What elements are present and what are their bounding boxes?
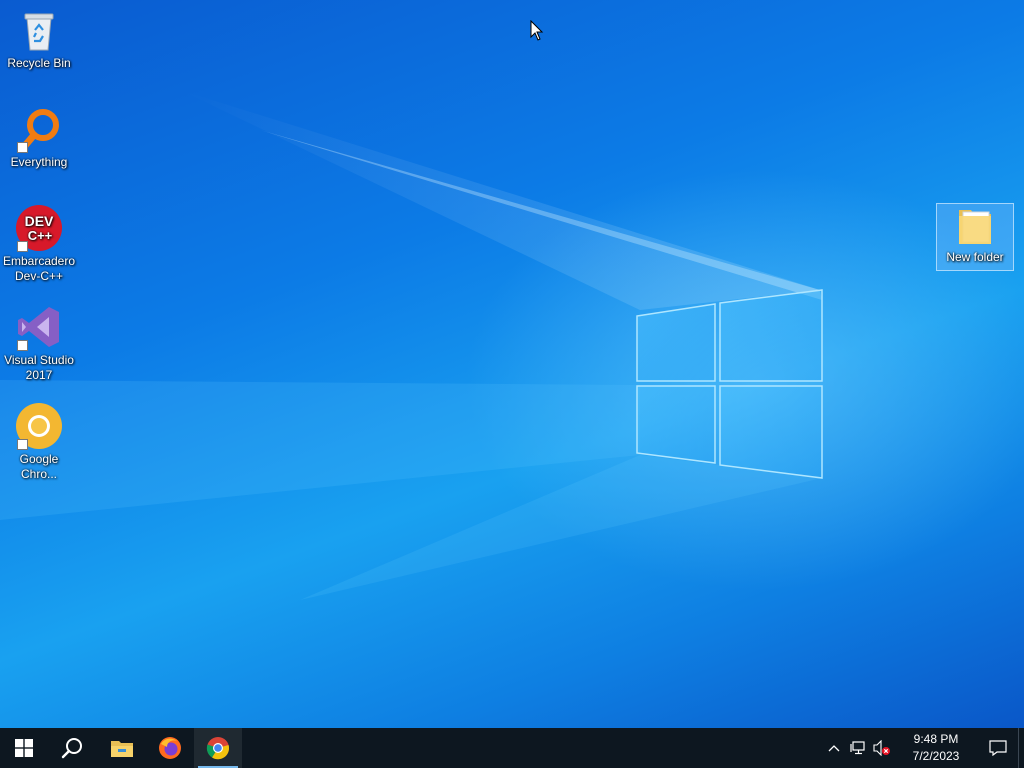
action-center-button[interactable]: [978, 728, 1018, 768]
search-icon: [61, 738, 82, 759]
desktop-icon-label: Embarcadero Dev-C++: [2, 254, 76, 283]
clock-time: 9:48 PM: [913, 732, 959, 746]
start-button[interactable]: [0, 728, 48, 768]
dev-cpp-icon-text: DEV: [25, 213, 54, 229]
volume-muted-icon: [873, 740, 890, 756]
desktop[interactable]: Recycle Bin Everything DEV C++ Embarcade…: [0, 0, 1024, 728]
desktop-icon-label: Google Chro...: [19, 452, 59, 481]
desktop-icon-label: New folder: [946, 250, 1004, 264]
desktop-icon-visual-studio[interactable]: Visual Studio 2017: [1, 303, 77, 383]
shortcut-arrow-icon: [17, 142, 28, 153]
windows-logo: [636, 289, 823, 479]
windows-start-icon: [15, 739, 33, 757]
mouse-cursor-icon: [530, 20, 544, 41]
desktop-icon-label: Visual Studio 2017: [4, 353, 74, 382]
clock-date: 7/2/2023: [912, 749, 960, 763]
wallpaper: [0, 90, 823, 600]
show-hidden-icons-button[interactable]: [822, 728, 846, 768]
network-icon: [850, 741, 865, 755]
chrome-icon: [206, 737, 230, 760]
desktop-icon-new-folder[interactable]: New folder: [936, 203, 1014, 271]
desktop-icon-dev-cpp[interactable]: DEV C++ Embarcadero Dev-C++: [1, 204, 77, 284]
desktop-icon-label: Everything: [10, 155, 68, 169]
search-button[interactable]: [48, 728, 96, 768]
desktop-icon-label: Recycle Bin: [7, 56, 71, 70]
taskbar: 9:48 PM 7/2/2023: [0, 728, 1024, 768]
desktop-icon-recycle-bin[interactable]: Recycle Bin: [1, 6, 77, 71]
taskbar-file-explorer[interactable]: [98, 728, 146, 768]
shortcut-arrow-icon: [17, 340, 28, 351]
file-explorer-icon: [111, 741, 133, 757]
everything-search-icon: [15, 105, 63, 153]
chevron-up-icon: [828, 745, 840, 752]
clock[interactable]: 9:48 PM 7/2/2023: [894, 728, 978, 768]
network-button[interactable]: [846, 728, 870, 768]
show-desktop-button[interactable]: [1018, 728, 1024, 768]
shortcut-arrow-icon: [17, 241, 28, 252]
volume-button[interactable]: [870, 728, 894, 768]
firefox-icon: [159, 737, 181, 759]
shortcut-arrow-icon: [17, 439, 28, 450]
chrome-canary-icon: [15, 402, 63, 450]
dev-cpp-icon-text: C++: [28, 228, 53, 243]
desktop-icon-google-chrome[interactable]: Google Chro...: [1, 402, 77, 482]
folder-icon: [951, 204, 999, 248]
taskbar-firefox[interactable]: [146, 728, 194, 768]
taskbar-chrome[interactable]: [194, 728, 242, 768]
desktop-icon-everything[interactable]: Everything: [1, 105, 77, 170]
system-tray: 9:48 PM 7/2/2023: [822, 728, 1024, 768]
action-center-icon: [989, 740, 1007, 756]
recycle-bin-icon: [15, 6, 63, 54]
dev-cpp-icon: DEV C++: [15, 204, 63, 252]
visual-studio-icon: [15, 303, 63, 351]
